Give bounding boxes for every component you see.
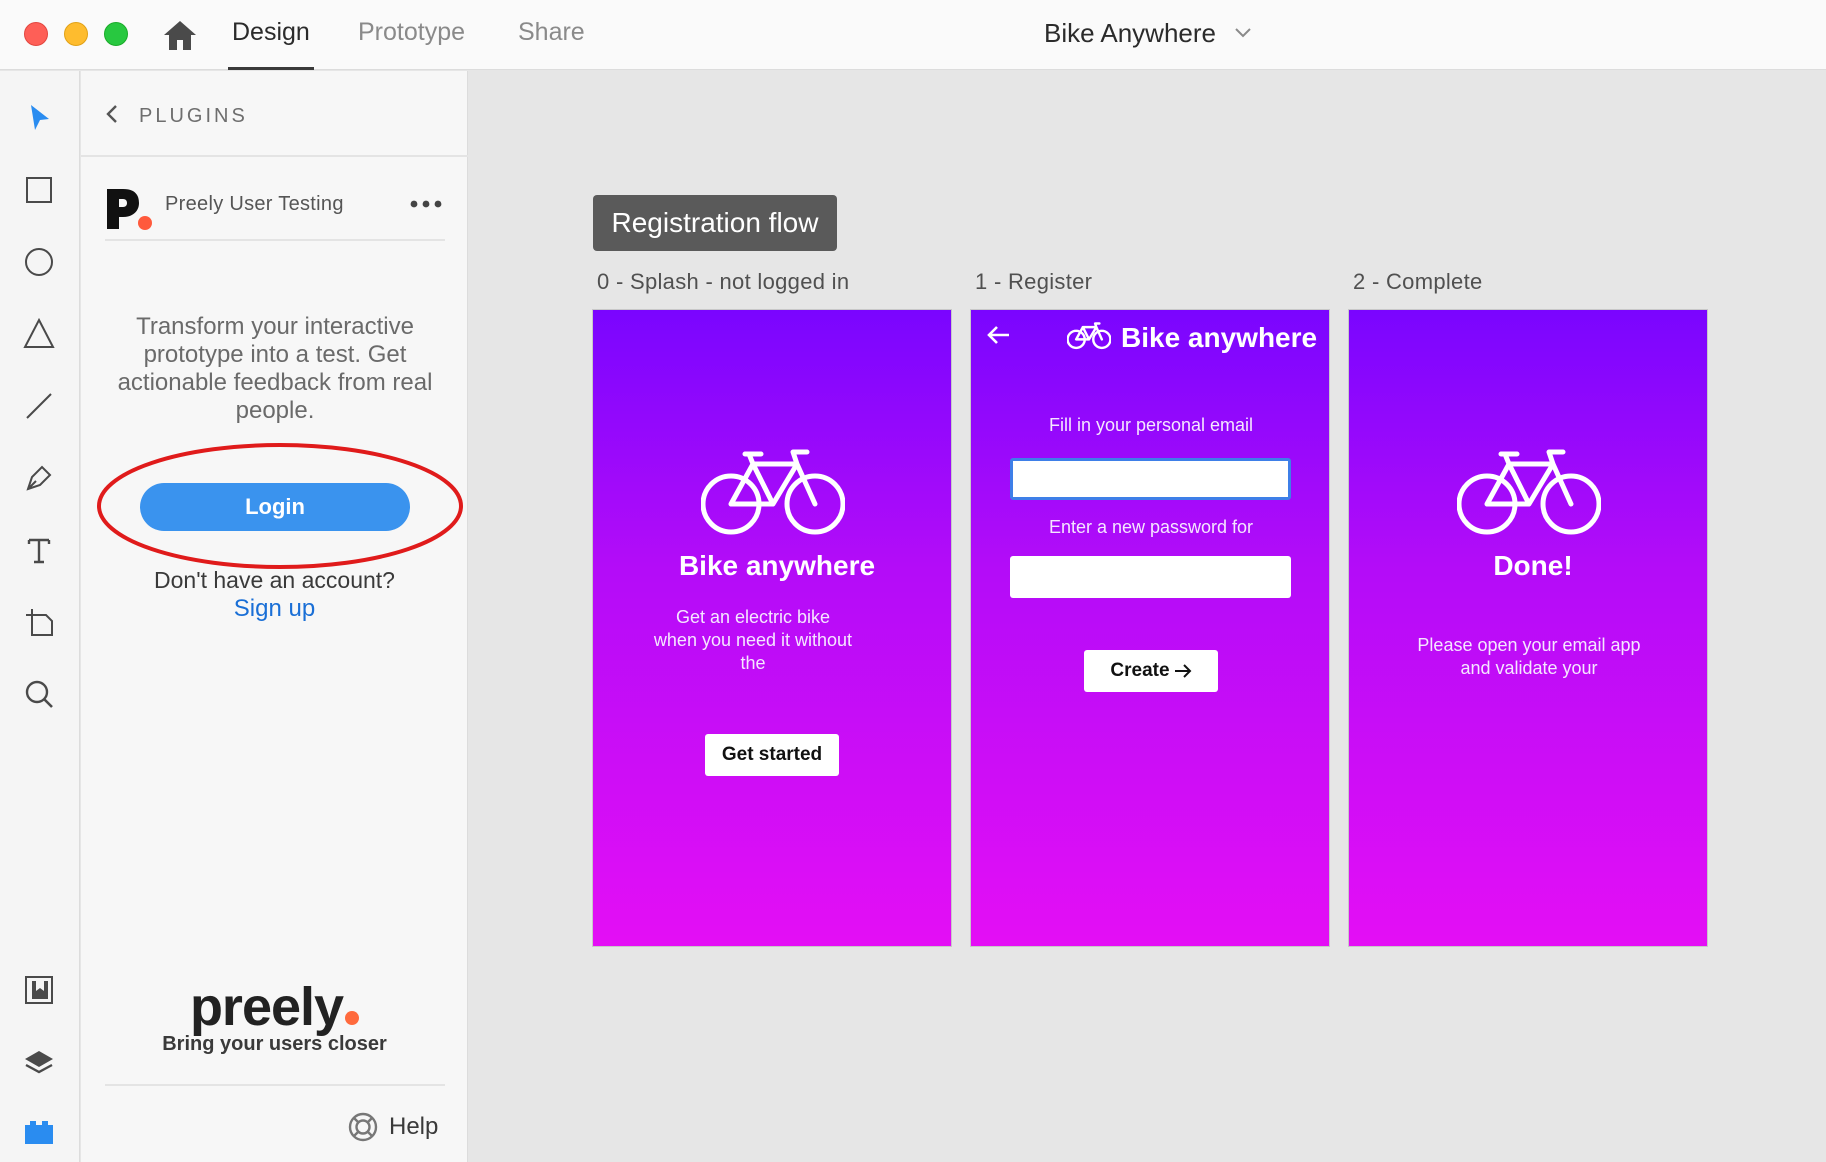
active-tab-indicator [228,67,314,70]
brand-dot [345,1011,360,1025]
more-options-icon[interactable] [409,199,443,209]
chevron-left-icon[interactable] [103,103,121,125]
brand-tagline: Bring your users closer [162,1033,387,1055]
bike-icon [701,449,845,535]
email-label: Fill in your personal email [1048,415,1254,435]
artboard-label-register[interactable]: 1 - Register [975,269,1092,295]
artboard-complete[interactable]: Done! Please open your email app and val… [1348,309,1708,947]
tab-design[interactable]: Design [228,18,314,70]
layers-icon [25,1051,53,1074]
assets-tool[interactable] [20,971,58,1009]
splash-title: Bike anywhere [678,550,876,581]
artboard-label-splash[interactable]: 0 - Splash - not logged in [597,269,849,295]
create-button[interactable]: Create [1084,650,1218,692]
complete-description: Please open your email app and validate … [1417,635,1641,678]
splash-description: Get an electric bike when you need it wi… [653,607,853,673]
polygon-tool[interactable] [20,315,58,353]
text-tool[interactable] [20,531,58,569]
assets-icon [25,976,53,1004]
brand-name: preely [189,977,344,1037]
ellipse-tool[interactable] [20,243,58,281]
password-label: Enter a new password for [1048,517,1254,537]
text-icon [27,538,51,564]
bike-icon-small [1067,322,1111,350]
zoom-tool[interactable] [20,675,58,713]
password-input[interactable] [1010,556,1291,598]
flow-tag[interactable]: Registration flow [593,195,837,251]
line-tool[interactable] [20,387,58,425]
preely-wordmark: preely [81,976,468,1038]
help-link[interactable]: Help [389,1113,438,1141]
panel-divider [105,1084,445,1086]
zoom-window-button[interactable] [104,22,128,46]
login-button[interactable]: Login [140,483,410,531]
home-icon[interactable] [162,18,198,52]
chevron-down-icon[interactable] [1234,26,1252,40]
rectangle-icon [26,177,52,203]
tab-share[interactable]: Share [518,18,585,70]
line-icon [26,393,52,419]
get-started-button[interactable]: Get started [705,734,839,776]
design-canvas[interactable]: Registration flow 0 - Splash - not logge… [469,71,1826,1162]
plugins-tool[interactable] [20,1111,58,1149]
create-button-label: Create [1110,660,1170,681]
pen-tool[interactable] [20,459,58,497]
select-tool[interactable] [20,99,58,137]
preely-logo-icon [107,189,152,230]
bike-icon [1457,449,1601,535]
tab-prototype-label: Prototype [358,18,466,46]
select-icon [31,105,49,130]
polygon-icon [23,317,55,348]
pen-icon [26,465,52,491]
rectangle-tool[interactable] [20,171,58,209]
complete-title: Done! [1493,550,1573,581]
tool-rail [0,71,80,1162]
arrow-right-icon [1174,664,1191,678]
arrow-left-icon[interactable] [985,324,1011,346]
tab-prototype[interactable]: Prototype [358,18,465,70]
tab-share-label: Share [518,18,585,46]
plugin-description: Transform your interactive prototype int… [117,313,433,424]
artboard-icon [26,609,53,636]
email-input[interactable] [1010,458,1291,500]
plugins-icon [25,1121,53,1144]
plugin-panel: PLUGINS Preely User Testing Transform yo… [81,71,468,1162]
layers-tool[interactable] [20,1043,58,1081]
minimize-window-button[interactable] [64,22,88,46]
plugin-name: Preely User Testing [165,193,344,215]
panel-title: PLUGINS [139,105,248,127]
register-header-title: Bike anywhere [1121,322,1318,353]
plugin-row: Preely User Testing [105,173,445,241]
tab-design-label: Design [232,18,310,46]
artboard-tool[interactable] [20,603,58,641]
ellipse-icon [25,248,53,276]
title-bar: Design Prototype Share Bike Anywhere [0,0,1826,70]
help-lifebuoy-icon[interactable] [347,1111,379,1143]
panel-header: PLUGINS [81,71,468,157]
no-account-text: Don't have an account? [154,567,395,593]
zoom-icon [25,680,53,708]
signup-link[interactable]: Sign up [81,595,468,623]
artboard-splash[interactable]: Bike anywhere Get an electric bike when … [592,309,952,947]
close-window-button[interactable] [24,22,48,46]
artboard-label-complete[interactable]: 2 - Complete [1353,269,1483,295]
artboard-register[interactable]: Bike anywhere Fill in your personal emai… [970,309,1330,947]
document-title[interactable]: Bike Anywhere [1044,18,1216,49]
